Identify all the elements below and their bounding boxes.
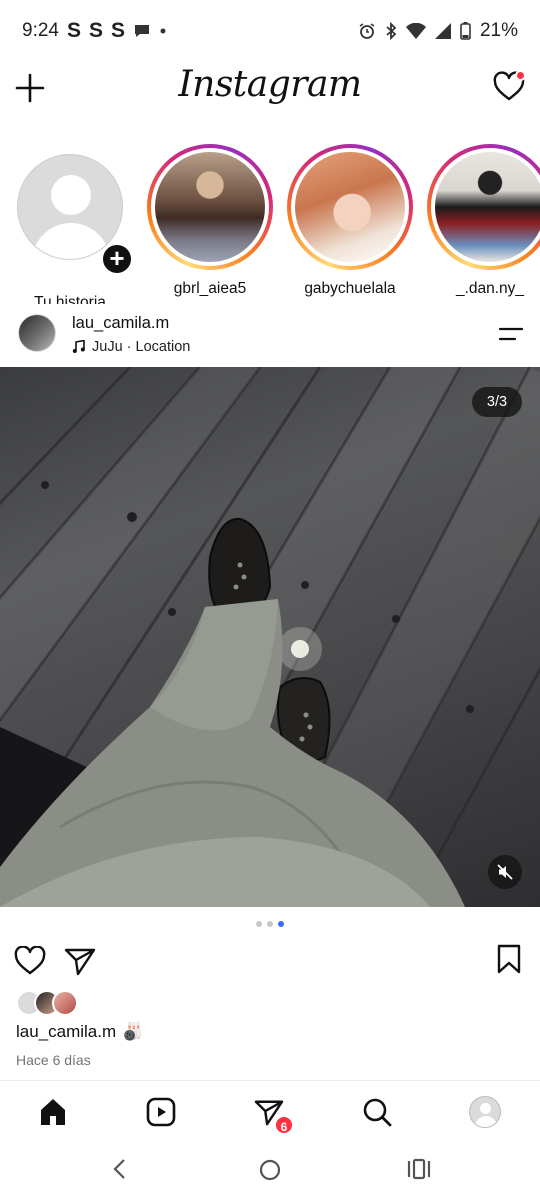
story-avatar bbox=[295, 152, 405, 262]
activity-dot bbox=[515, 70, 526, 81]
heart-outline-icon bbox=[14, 945, 46, 975]
story-name: Tu historia bbox=[34, 294, 106, 304]
carousel-counter: 3/3 bbox=[472, 387, 522, 417]
post-caption: lau_camila.m 🎳 bbox=[16, 1022, 143, 1042]
notifications-button[interactable] bbox=[492, 70, 526, 104]
menu-lines-icon bbox=[498, 327, 524, 341]
story-name: gbrl_aiea5 bbox=[173, 280, 247, 297]
post-media[interactable]: 3/3 bbox=[0, 367, 540, 907]
notification-s-icon: S bbox=[89, 19, 104, 42]
carousel-dot bbox=[256, 921, 262, 927]
messages-badge: 6 bbox=[274, 1115, 294, 1135]
nav-profile[interactable] bbox=[468, 1095, 502, 1129]
caption-emoji: 🎳 bbox=[122, 1022, 144, 1041]
like-button[interactable] bbox=[14, 945, 46, 981]
story-name: _.dan.ny_ bbox=[455, 280, 525, 297]
story-item[interactable]: gbrl_aiea5 bbox=[145, 144, 275, 298]
system-back-button[interactable] bbox=[110, 1158, 130, 1185]
dot-icon bbox=[160, 28, 166, 34]
signal-icon bbox=[434, 23, 451, 39]
system-recents-button[interactable] bbox=[406, 1158, 432, 1185]
recents-icon bbox=[407, 1158, 431, 1180]
post-music[interactable]: JuJu · Location bbox=[72, 339, 190, 355]
carousel-dot-active bbox=[278, 921, 284, 927]
system-navigation-bar bbox=[0, 1142, 540, 1200]
search-icon bbox=[363, 1098, 392, 1127]
bottom-navigation: 6 bbox=[0, 1080, 540, 1142]
liked-by-avatars[interactable] bbox=[16, 990, 86, 1016]
story-avatar bbox=[155, 152, 265, 262]
home-icon bbox=[41, 1099, 65, 1125]
story-avatar bbox=[435, 152, 540, 262]
wifi-icon bbox=[405, 23, 426, 39]
reels-icon bbox=[146, 1097, 176, 1127]
status-bar: 9:24 S S S 21% bbox=[0, 0, 540, 62]
notification-s-icon: S bbox=[111, 19, 126, 42]
add-story-icon[interactable]: + bbox=[100, 242, 134, 276]
status-time: 9:24 bbox=[22, 20, 59, 41]
send-icon bbox=[64, 948, 96, 976]
back-chevron-icon bbox=[113, 1159, 125, 1179]
speaker-muted-icon bbox=[497, 864, 513, 880]
carousel-dot bbox=[267, 921, 273, 927]
post-actions bbox=[0, 944, 540, 978]
share-button[interactable] bbox=[64, 946, 96, 981]
mute-button[interactable] bbox=[488, 855, 522, 889]
story-item[interactable]: _.dan.ny_ bbox=[425, 144, 540, 298]
caption-username[interactable]: lau_camila.m bbox=[16, 1022, 116, 1042]
story-item[interactable]: gabychuelala bbox=[285, 144, 415, 298]
stories-tray: + Tu historia gbrl_aiea5 gabychuelala _.… bbox=[0, 144, 540, 304]
bookmark-icon bbox=[497, 944, 521, 974]
post-photo bbox=[0, 367, 540, 907]
post-options-button[interactable] bbox=[498, 324, 524, 344]
post-author-avatar[interactable] bbox=[18, 314, 56, 352]
app-header: Instagram bbox=[0, 62, 540, 118]
music-note-icon bbox=[72, 340, 85, 353]
home-circle-icon bbox=[259, 1159, 281, 1181]
story-name: gabychuelala bbox=[304, 280, 396, 297]
post-author-username[interactable]: lau_camila.m bbox=[72, 314, 169, 333]
nav-reels[interactable] bbox=[144, 1095, 178, 1129]
nav-search[interactable] bbox=[360, 1095, 394, 1129]
chat-bubble-icon bbox=[135, 25, 150, 37]
alarm-icon bbox=[359, 23, 375, 39]
post-music-label: JuJu · Location bbox=[92, 339, 191, 355]
notification-s-icon: S bbox=[66, 19, 81, 42]
nav-home[interactable] bbox=[36, 1095, 70, 1129]
profile-icon bbox=[469, 1096, 501, 1128]
system-home-button[interactable] bbox=[258, 1158, 282, 1187]
bluetooth-icon bbox=[386, 22, 397, 40]
instagram-logo: Instagram bbox=[178, 64, 362, 105]
battery-icon bbox=[460, 22, 471, 40]
save-button[interactable] bbox=[496, 944, 522, 979]
post-timestamp: Hace 6 días bbox=[16, 1052, 91, 1068]
battery-percent: 21% bbox=[479, 20, 518, 41]
post-header: lau_camila.m JuJu · Location bbox=[0, 308, 540, 366]
nav-messages[interactable]: 6 bbox=[252, 1095, 294, 1135]
liker-avatar bbox=[52, 990, 78, 1016]
story-item-own[interactable]: + Tu historia bbox=[5, 144, 135, 304]
carousel-indicator bbox=[0, 921, 540, 927]
